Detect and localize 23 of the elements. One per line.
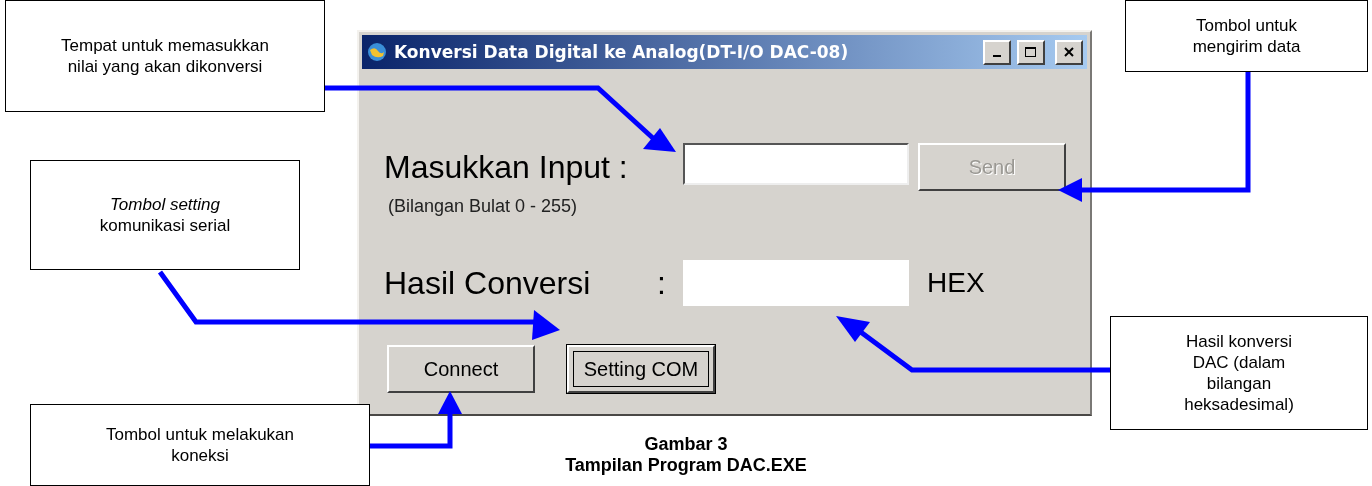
minimize-icon: [993, 55, 1001, 57]
maximize-icon: [1024, 46, 1038, 58]
globe-icon: [366, 41, 388, 63]
figure-title: Tampilan Program DAC.EXE: [565, 455, 807, 476]
figure-number: Gambar 3: [644, 434, 728, 455]
input-label: Masukkan Input :: [384, 149, 629, 186]
callout-text: Tombol untuk melakukan koneksi: [104, 424, 295, 466]
input-hint: (Bilangan Bulat 0 - 255): [387, 196, 579, 217]
input-field[interactable]: [683, 143, 909, 185]
callout-text: Tombol setting komunikasi serial: [98, 194, 232, 236]
callout-text: Tombol untuk mengirim data: [1191, 15, 1302, 57]
window-title: Konversi Data Digital ke Analog(DT-I/O DAC-08): [394, 42, 850, 62]
result-colon: :: [657, 264, 666, 302]
result-label: Hasil Conversi: [384, 264, 591, 302]
callout-text: Tempat untuk memasukkan nilai yang akan dikonversi: [61, 35, 269, 77]
window-button[interactable]: Connect: [387, 345, 535, 393]
callout-text: Hasil konversi DAC (dalam bilangan heksadesimal): [1183, 331, 1295, 415]
unit-label: HEX: [926, 267, 986, 299]
window-button[interactable]: Setting COM: [567, 345, 715, 393]
close-icon: [1063, 46, 1075, 58]
maximize-button[interactable]: [1017, 39, 1045, 65]
close-button[interactable]: [1055, 39, 1083, 65]
minimize-button[interactable]: [983, 39, 1011, 65]
